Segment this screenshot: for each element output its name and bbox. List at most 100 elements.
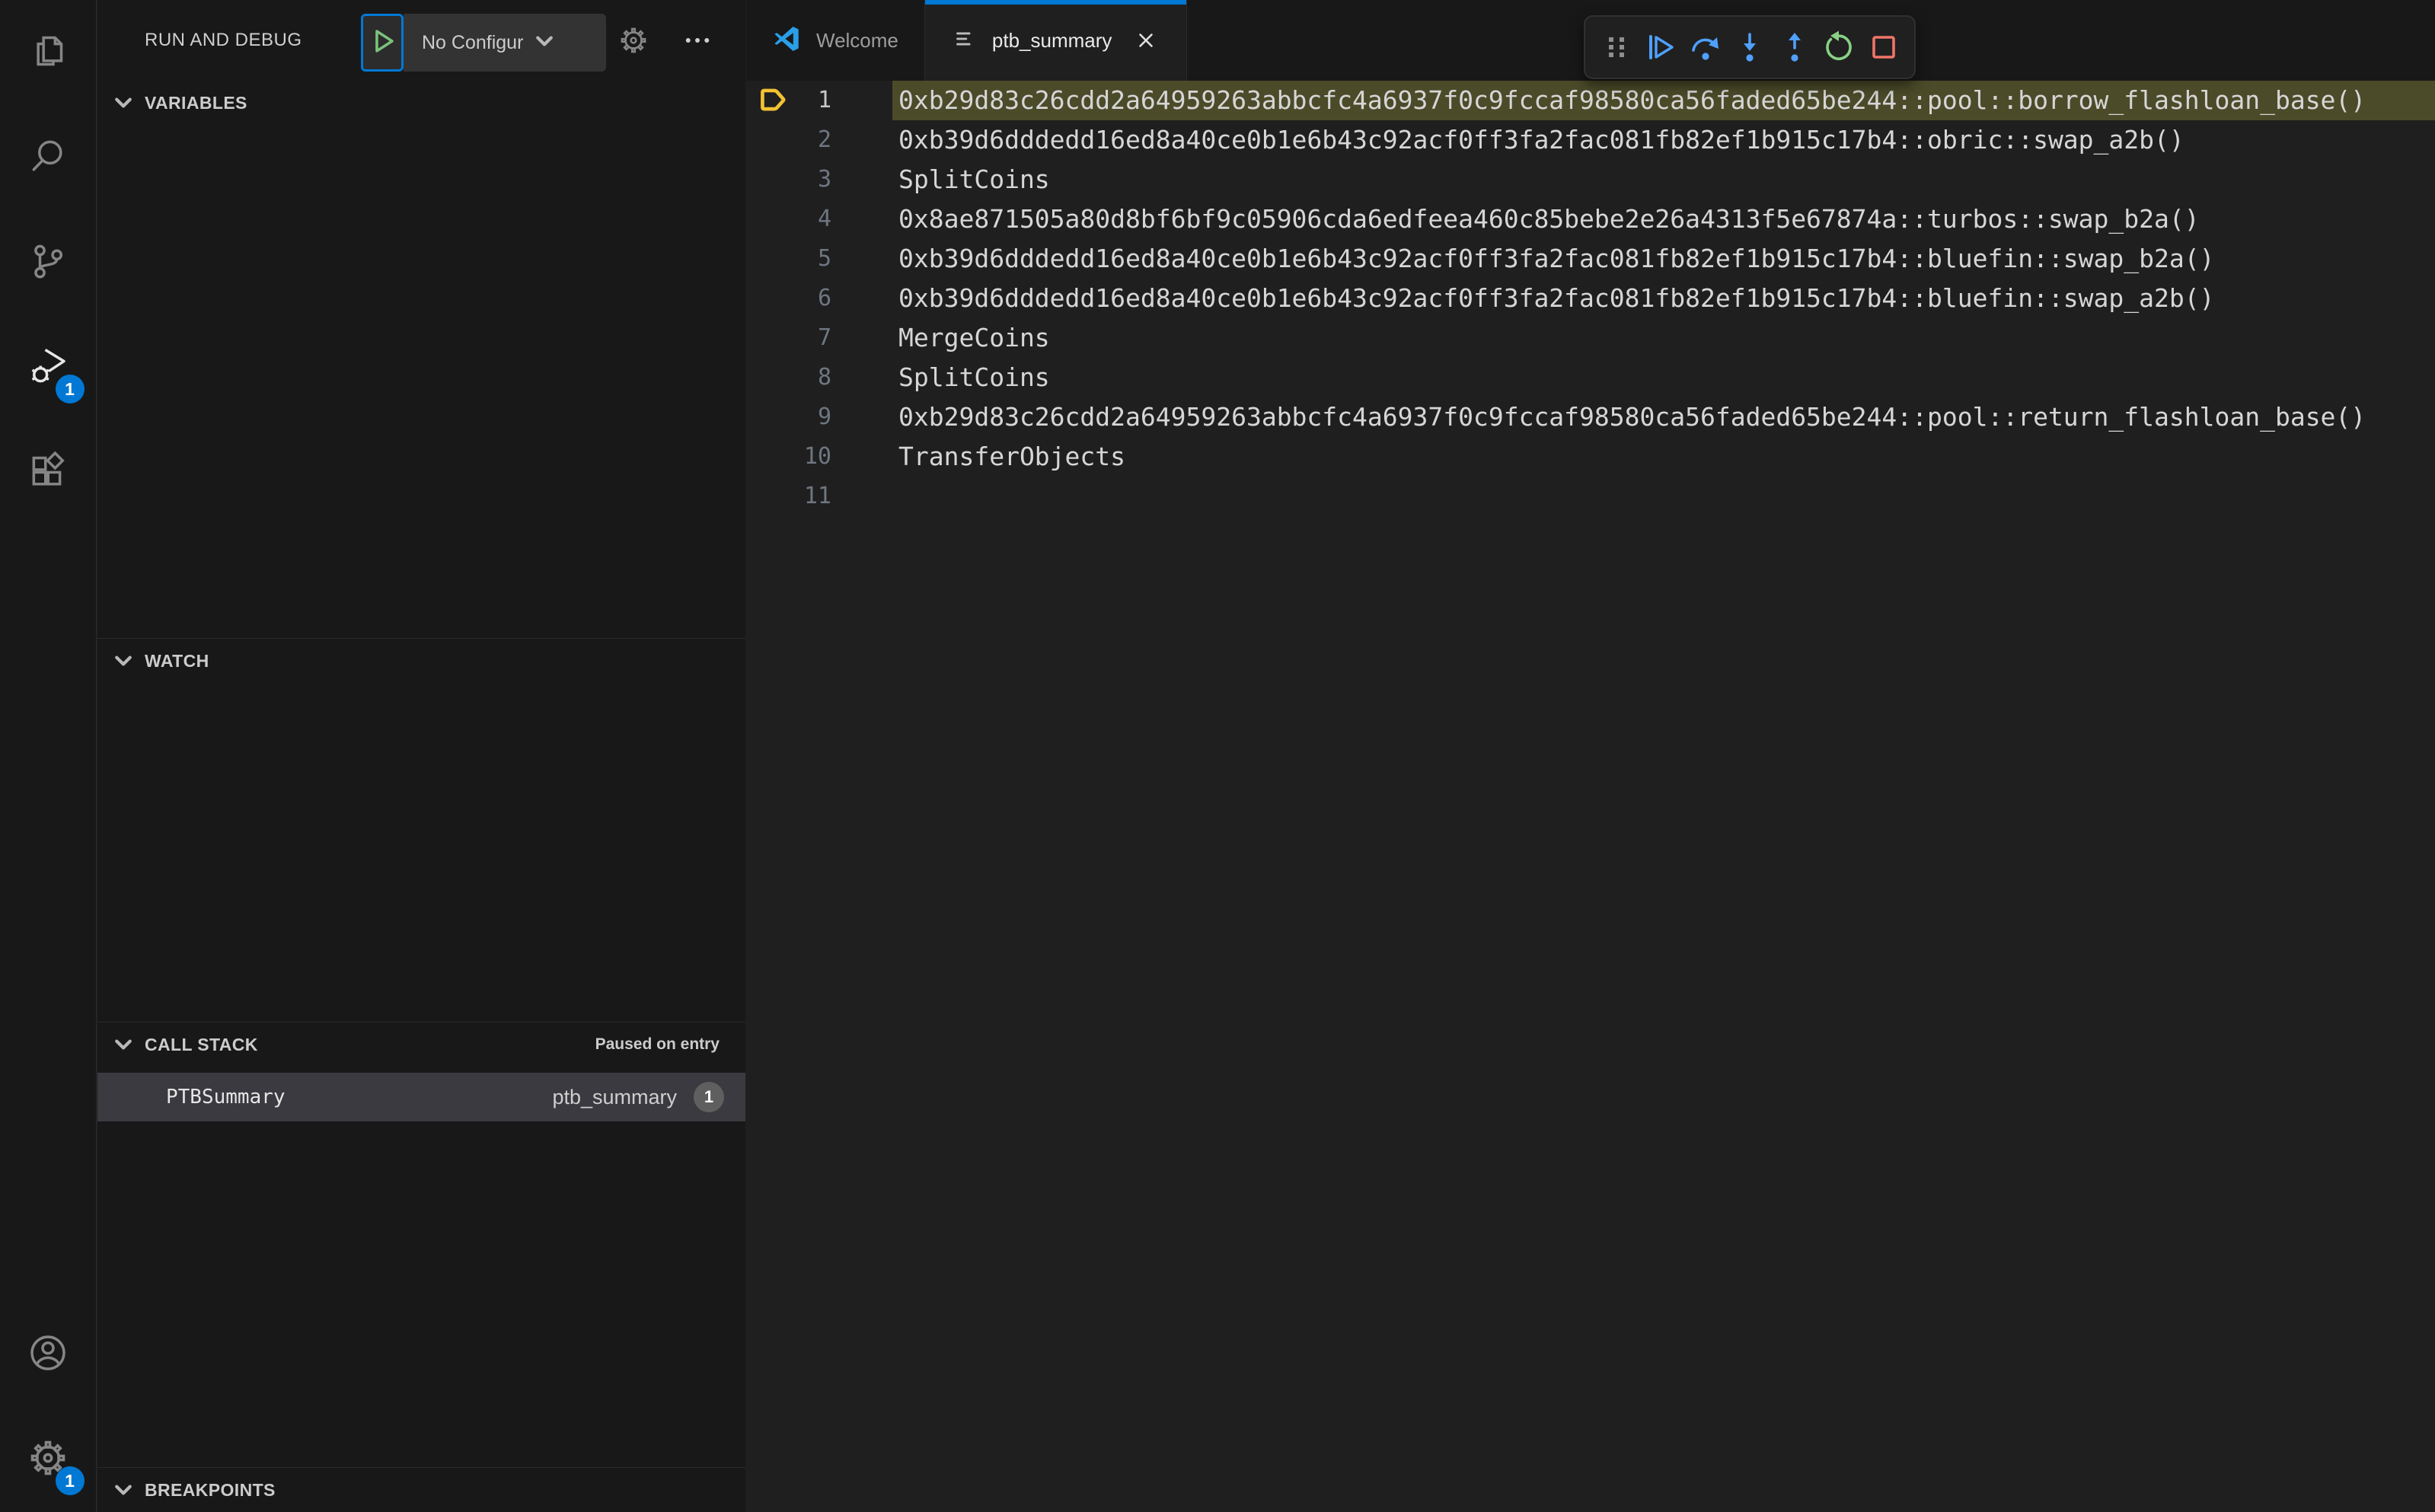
sidebar-actions — [618, 0, 713, 81]
variables-label: VARIABLES — [145, 92, 247, 113]
breakpoint-gutter[interactable]: 2 — [746, 120, 892, 160]
stop-icon[interactable] — [1864, 27, 1904, 67]
line-number: 3 — [817, 166, 831, 193]
tab-label: Welcome — [816, 28, 898, 52]
line-number: 6 — [817, 285, 831, 311]
restart-icon[interactable] — [1819, 27, 1859, 67]
activity-item-run-and-debug[interactable]: 1 — [0, 315, 97, 420]
breakpoints-section: BREAKPOINTS — [97, 1467, 745, 1512]
breakpoints-section-header[interactable]: BREAKPOINTS — [97, 1468, 745, 1512]
activity-item-source-control[interactable] — [0, 210, 97, 315]
more-actions-icon[interactable] — [681, 24, 713, 56]
breakpoints-label: BREAKPOINTS — [145, 1479, 276, 1500]
breakpoint-gutter[interactable]: 5 — [746, 239, 892, 279]
breakpoint-gutter[interactable]: 3 — [746, 160, 892, 199]
sidebar-header: RUN AND DEBUG No Configur — [97, 0, 745, 81]
breakpoint-gutter[interactable]: 6 — [746, 279, 892, 318]
tab-welcome[interactable]: Welcome — [746, 0, 925, 81]
continue-icon[interactable] — [1641, 27, 1680, 67]
run-and-debug-sidebar: RUN AND DEBUG No Configur VARIABLES WATC… — [97, 0, 745, 1512]
code-text[interactable]: 0x8ae871505a80d8bf6bf9c05906cda6edfeea46… — [892, 199, 2435, 239]
code-text[interactable]: 0xb39d6dddedd16ed8a40ce0b1e6b43c92acf0ff… — [892, 279, 2435, 318]
code-text[interactable] — [892, 477, 2435, 516]
search-icon — [27, 135, 69, 181]
breakpoint-gutter[interactable]: 1 — [746, 81, 892, 120]
line-number: 10 — [803, 443, 831, 470]
chevron-down-icon — [534, 30, 555, 56]
breakpoint-gutter[interactable]: 11 — [746, 477, 892, 516]
debug-settings-gear-icon[interactable] — [618, 24, 649, 56]
code-line[interactable]: 1 0xb29d83c26cdd2a64959263abbcfc4a6937f0… — [746, 81, 2435, 120]
variables-section-header[interactable]: VARIABLES — [97, 81, 745, 125]
line-number: 2 — [817, 126, 831, 153]
chevron-down-icon — [115, 656, 132, 666]
watch-label: WATCH — [145, 650, 209, 671]
code-text[interactable]: 0xb39d6dddedd16ed8a40ce0b1e6b43c92acf0ff… — [892, 120, 2435, 160]
breakpoint-gutter[interactable]: 8 — [746, 358, 892, 397]
watch-section-header[interactable]: WATCH — [97, 639, 745, 683]
breakpoint-gutter[interactable]: 4 — [746, 199, 892, 239]
breakpoint-gutter[interactable]: 9 — [746, 397, 892, 437]
code-text[interactable]: 0xb39d6dddedd16ed8a40ce0b1e6b43c92acf0ff… — [892, 239, 2435, 279]
breakpoint-gutter[interactable]: 7 — [746, 318, 892, 358]
line-number: 8 — [817, 364, 831, 391]
code-text[interactable]: SplitCoins — [892, 160, 2435, 199]
code-line[interactable]: 2 0xb39d6dddedd16ed8a40ce0b1e6b43c92acf0… — [746, 120, 2435, 160]
editor-group: Welcome ptb_summary 1 0xb29d83c26cdd2a64… — [746, 0, 2435, 1512]
stack-frame-line-badge: 1 — [694, 1082, 724, 1112]
code-line[interactable]: 11 — [746, 477, 2435, 516]
close-icon[interactable] — [1131, 26, 1160, 55]
line-number: 9 — [817, 404, 831, 430]
start-debug-button[interactable] — [361, 14, 404, 72]
launch-config-control: No Configur — [361, 14, 606, 72]
play-icon — [367, 26, 397, 60]
code-area[interactable]: 1 0xb29d83c26cdd2a64959263abbcfc4a6937f0… — [746, 81, 2435, 1512]
vscode-logo-icon — [772, 24, 801, 57]
code-text[interactable]: TransferObjects — [892, 437, 2435, 477]
breakpoint-gutter[interactable]: 10 — [746, 437, 892, 477]
activity-item-settings[interactable]: 1 — [0, 1407, 97, 1512]
toolbar-drag-grip[interactable] — [1597, 27, 1636, 67]
stack-frame-name: PTBSummary — [166, 1086, 286, 1108]
extensions-icon — [27, 450, 69, 496]
settings-badge: 1 — [55, 1466, 85, 1495]
code-line[interactable]: 8 SplitCoins — [746, 358, 2435, 397]
line-number: 5 — [817, 245, 831, 272]
step-into-icon[interactable] — [1730, 27, 1770, 67]
code-line[interactable]: 4 0x8ae871505a80d8bf6bf9c05906cda6edfeea… — [746, 199, 2435, 239]
current-frame-arrow-icon — [757, 84, 790, 117]
stack-frame-row[interactable]: PTBSummary ptb_summary 1 — [97, 1073, 745, 1121]
code-line[interactable]: 10 TransferObjects — [746, 437, 2435, 477]
activity-item-search[interactable] — [0, 105, 97, 210]
account-icon — [27, 1332, 69, 1378]
code-line[interactable]: 5 0xb39d6dddedd16ed8a40ce0b1e6b43c92acf0… — [746, 239, 2435, 279]
code-text[interactable]: 0xb29d83c26cdd2a64959263abbcfc4a6937f0c9… — [892, 397, 2435, 437]
call-stack-section-header[interactable]: CALL STACK Paused on entry — [97, 1022, 745, 1067]
call-stack-label: CALL STACK — [145, 1034, 258, 1054]
launch-config-dropdown[interactable]: No Configur — [404, 14, 606, 72]
pause-status-text: Paused on entry — [595, 1035, 720, 1053]
code-line[interactable]: 3 SplitCoins — [746, 160, 2435, 199]
line-number: 4 — [817, 206, 831, 232]
code-text[interactable]: SplitCoins — [892, 358, 2435, 397]
line-number: 11 — [803, 483, 831, 509]
variables-section: VARIABLES — [97, 81, 745, 638]
watch-section: WATCH — [97, 638, 745, 1022]
code-line[interactable]: 9 0xb29d83c26cdd2a64959263abbcfc4a6937f0… — [746, 397, 2435, 437]
code-text[interactable]: 0xb29d83c26cdd2a64959263abbcfc4a6937f0c9… — [892, 81, 2435, 120]
chevron-down-icon — [115, 1485, 132, 1495]
code-line[interactable]: 7 MergeCoins — [746, 318, 2435, 358]
tab-ptb-summary[interactable]: ptb_summary — [924, 0, 1188, 81]
tab-label: ptb_summary — [991, 28, 1112, 52]
code-text[interactable]: MergeCoins — [892, 318, 2435, 358]
debug-toolbar — [1584, 15, 1916, 79]
activity-item-accounts[interactable] — [0, 1302, 97, 1407]
activity-item-extensions[interactable] — [0, 420, 97, 525]
code-line[interactable]: 6 0xb39d6dddedd16ed8a40ce0b1e6b43c92acf0… — [746, 279, 2435, 318]
line-number: 7 — [817, 324, 831, 351]
step-over-icon[interactable] — [1686, 27, 1725, 67]
activity-item-explorer[interactable] — [0, 0, 97, 105]
step-out-icon[interactable] — [1775, 27, 1814, 67]
stack-frame-source: ptb_summary — [552, 1085, 677, 1108]
files-icon — [27, 30, 69, 76]
